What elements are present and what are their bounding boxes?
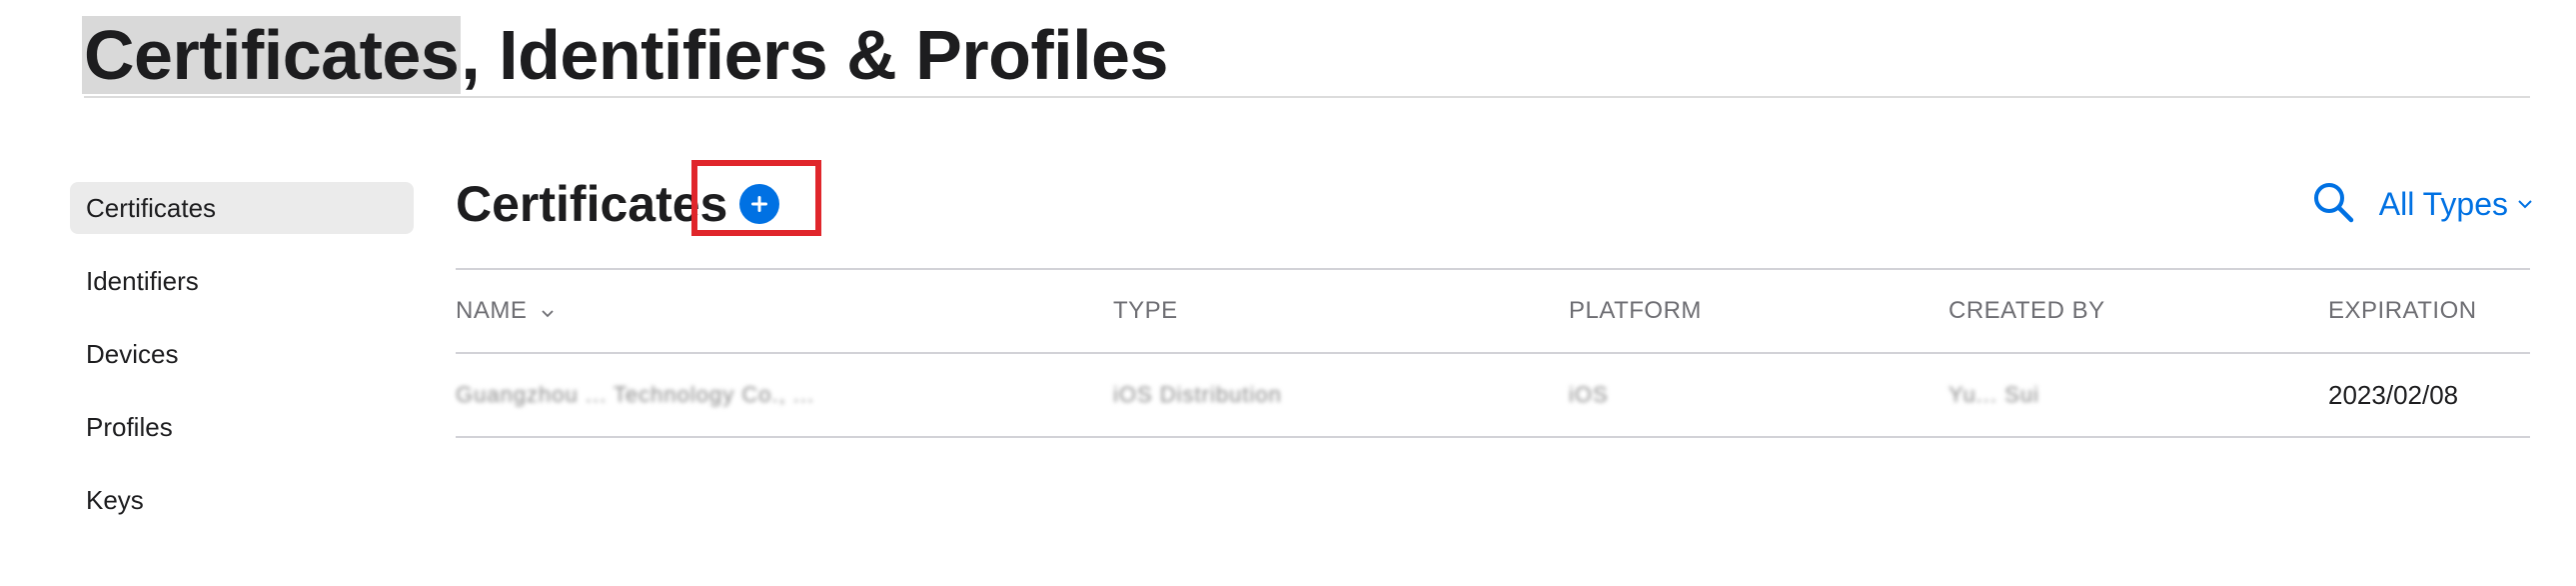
- column-header-created-by: CREATED BY: [1948, 297, 2105, 324]
- title-divider: [84, 96, 2530, 98]
- sidebar-item-devices[interactable]: Devices: [70, 328, 414, 380]
- column-header-name[interactable]: NAME: [456, 270, 555, 352]
- sort-chevron-down-icon: [541, 271, 555, 353]
- table-header-row: NAME TYPE PLATFORM CREATED BY EXPIRATION: [456, 270, 2530, 354]
- cell-type: iOS Distribution: [1113, 382, 1282, 407]
- type-filter-dropdown[interactable]: All Types: [2379, 186, 2534, 223]
- table-row[interactable]: Guangzhou ... Technology Co., ... iOS Di…: [456, 354, 2530, 438]
- type-filter-label: All Types: [2378, 185, 2508, 222]
- column-header-name-label: NAME: [456, 297, 528, 324]
- chevron-down-icon: [2516, 198, 2534, 210]
- annotation-highlight-box: [691, 160, 821, 236]
- sidebar-item-keys[interactable]: Keys: [70, 474, 414, 526]
- column-header-type: TYPE: [1113, 297, 1178, 324]
- page-title-highlighted: Certificates: [82, 16, 462, 94]
- certificates-table: NAME TYPE PLATFORM CREATED BY EXPIRATION…: [456, 270, 2530, 438]
- page-title: Certificates, Identifiers & Profiles: [82, 14, 1168, 96]
- sidebar-item-profiles[interactable]: Profiles: [70, 401, 414, 453]
- sidebar-item-identifiers[interactable]: Identifiers: [70, 255, 414, 307]
- column-header-platform: PLATFORM: [1569, 297, 1702, 324]
- header-actions: All Types: [2309, 176, 2534, 232]
- column-header-expiration: EXPIRATION: [2328, 297, 2477, 324]
- section-title: Certificates: [456, 176, 728, 232]
- cell-name[interactable]: Guangzhou ... Technology Co., ...: [456, 354, 814, 436]
- cell-created-by: Yu... Sui: [1948, 382, 2039, 407]
- cell-platform: iOS: [1569, 382, 1609, 407]
- cell-expiration: 2023/02/08: [2328, 380, 2459, 410]
- page-title-rest: , Identifiers & Profiles: [461, 16, 1168, 94]
- sidebar: Certificates Identifiers Devices Profile…: [70, 182, 414, 547]
- search-button[interactable]: [2309, 180, 2357, 228]
- search-icon: [2311, 180, 2355, 229]
- sidebar-item-certificates[interactable]: Certificates: [70, 182, 414, 234]
